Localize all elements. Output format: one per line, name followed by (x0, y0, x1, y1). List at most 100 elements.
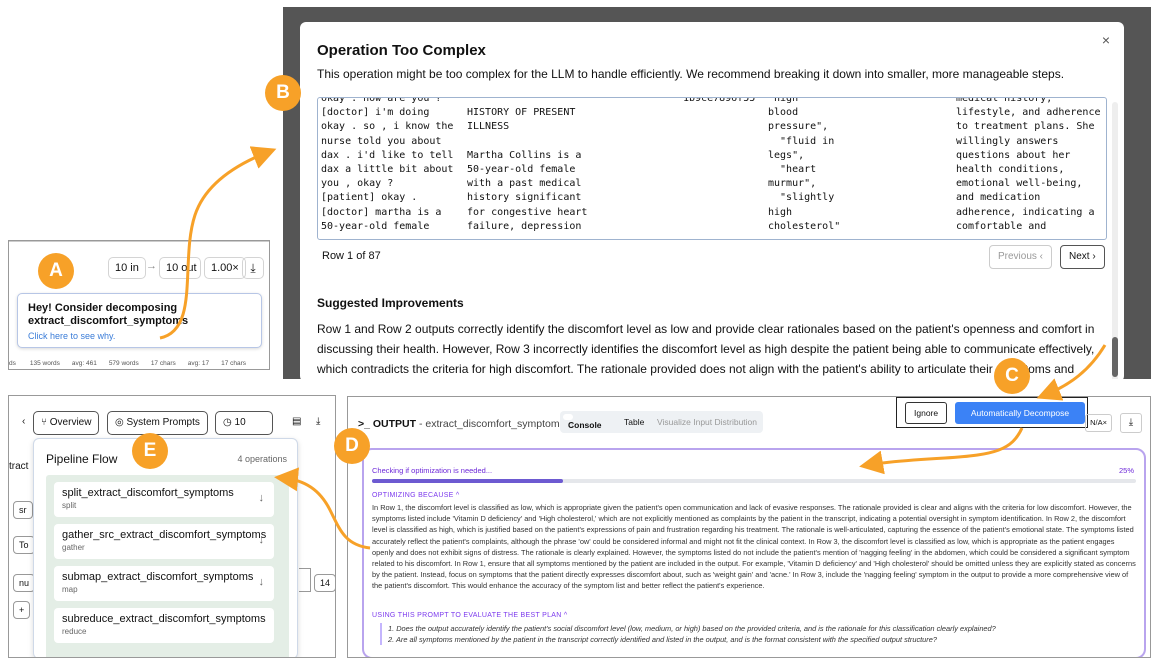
operation-item[interactable]: gather_src_extract_discomfort_symptoms g… (54, 524, 274, 559)
prompt-icon: ◎ (115, 417, 127, 428)
operation-too-complex-modal: Operation Too Complex This operation mig… (300, 22, 1124, 379)
auto-decompose-button[interactable]: Automatically Decompose (955, 402, 1085, 424)
operation-type: map (62, 585, 78, 594)
panel-d-output: >_ OUTPUT - extract_discomfort_symptoms … (347, 396, 1151, 658)
output-title: >_ OUTPUT - extract_discomfort_symptoms (358, 418, 565, 430)
grid-column: HISTORY OF PRESENT ILLNESS Martha Collin… (467, 107, 588, 232)
side-box[interactable]: nu (13, 574, 36, 592)
tab-console[interactable]: Console ◌ (563, 414, 602, 430)
operations-count: 4 operations (237, 454, 287, 464)
row-indicator: Row 1 of 87 (322, 250, 381, 262)
operation-item[interactable]: subreduce_extract_discomfort_symptoms re… (54, 608, 274, 643)
optimization-status: Checking if optimization is needed... (372, 466, 493, 475)
terminal-icon: >_ (358, 418, 373, 430)
marker-d: D (334, 428, 370, 464)
progress-bar (372, 479, 1136, 483)
stat: 135 words (29, 360, 60, 367)
operations-list: split_extract_discomfort_symptoms split … (46, 475, 289, 657)
marker-c: C (994, 358, 1030, 394)
system-prompts-label: System Prompts (126, 417, 200, 428)
marker-e: E (132, 433, 168, 469)
file-icon[interactable]: ▤ (285, 411, 309, 435)
suggested-improvements-text: Row 1 and Row 2 outputs correctly identi… (317, 322, 1095, 376)
evaluation-questions: 1. Does the output accurately identify t… (380, 623, 1120, 645)
input-count-box[interactable]: 10 in (108, 257, 146, 279)
top-divider (9, 241, 269, 242)
chevron-left-icon[interactable]: ‹ (15, 411, 33, 435)
grid-column: 1b9ce7896f55 (683, 97, 756, 104)
stat: 579 words (108, 360, 139, 367)
decompose-tooltip[interactable]: Hey! Consider decomposing extract_discom… (17, 293, 262, 348)
operation-type: split (62, 501, 77, 510)
optimization-reason: In Row 1, the discomfort level is classi… (372, 503, 1136, 591)
tab-visualize[interactable]: Visualize Input Distribution (657, 417, 757, 427)
modal-description: This operation might be too complex for … (317, 67, 1065, 81)
operation-type: reduce (62, 627, 87, 636)
history-button[interactable]: ◷ 10 (215, 411, 273, 435)
download-icon[interactable]: ⤓ (1120, 413, 1142, 433)
zoom-box[interactable]: 1.00× (204, 257, 246, 279)
pipeline-flow-title: Pipeline Flow (46, 452, 118, 466)
modal-title: Operation Too Complex (317, 42, 486, 59)
side-box[interactable]: 14 (314, 574, 335, 592)
arrow-right-icon: → (146, 260, 157, 272)
scrollbar[interactable] (1112, 102, 1118, 379)
output-tabs: Console ◌ Table Visualize Input Distribu… (560, 411, 763, 433)
output-label: OUTPUT (372, 418, 417, 430)
operation-name: submap_extract_discomfort_symptoms (62, 571, 254, 583)
download-icon[interactable]: ⤓ (309, 411, 328, 435)
sample-data-grid: okay . how are you ? [doctor] i'm doing … (317, 97, 1107, 240)
stat: 17 chars (221, 360, 247, 367)
marker-a: A (38, 253, 74, 289)
previous-button[interactable]: Previous ‹ (989, 245, 1053, 269)
download-icon[interactable]: ⤓ (242, 257, 264, 279)
question-item: 1. Does the output accurately identify t… (388, 624, 996, 633)
tooltip-title: Hey! Consider decomposing extract_discom… (28, 302, 189, 327)
side-box[interactable]: sr (13, 501, 33, 519)
optimizing-because-header[interactable]: OPTIMIZING BECAUSE ^ (372, 492, 459, 499)
next-button[interactable]: Next › (1060, 245, 1105, 269)
overview-label: Overview (49, 417, 92, 428)
side-box[interactable]: To (13, 536, 35, 554)
output-count-box[interactable]: 10 out (159, 257, 201, 279)
scrollbar-thumb[interactable] (1112, 337, 1118, 377)
decompose-actions: Ignore Automatically Decompose (896, 397, 1088, 428)
grid-column: okay . how are you ? [doctor] i'm doing … (321, 97, 454, 232)
history-count: 10 (234, 417, 246, 428)
grid-column: medical history, lifestyle, and adherenc… (956, 97, 1101, 232)
optimization-card: Checking if optimization is needed... 25… (362, 448, 1146, 657)
arrow-down-icon: ↓ (258, 492, 265, 504)
suggested-improvements-title: Suggested Improvements (317, 296, 464, 310)
stat: ds (9, 360, 16, 367)
side-label: tract (9, 461, 29, 472)
operation-item[interactable]: split_extract_discomfort_symptoms split … (54, 482, 274, 517)
operation-name: gather_src_extract_discomfort_symptoms (62, 529, 267, 541)
ignore-button[interactable]: Ignore (905, 402, 948, 424)
stat: avg: 461 (71, 360, 97, 367)
panel-b-modal-backdrop: Operation Too Complex This operation mig… (283, 7, 1151, 379)
side-field[interactable] (299, 568, 311, 592)
operation-type: gather (62, 543, 85, 552)
arrow-down-icon: ↓ (258, 576, 265, 588)
clock-icon: ◷ (223, 417, 235, 428)
question-item: 2. Are all symptoms mentioned by the pat… (388, 635, 937, 644)
stat: avg: 17 (187, 360, 210, 367)
system-prompts-button[interactable]: ◎ System Prompts (107, 411, 208, 435)
column-stats: ds 135 words avg: 461 579 words 17 chars avg:… (9, 360, 258, 367)
arrow-down-icon: ↓ (258, 534, 265, 546)
pipeline-flow-card: Pipeline Flow 4 operations split_extract… (33, 438, 298, 657)
progress-percent: 25% (1118, 466, 1134, 475)
panel-e-pipeline: ‹ ⑂ Overview ◎ System Prompts ◷ 10 ▤ ⤓ t… (8, 395, 336, 658)
grid-column: "high blood pressure", "fluid in legs", … (768, 97, 841, 232)
close-icon[interactable]: × (1102, 32, 1110, 48)
branch-icon: ⑂ (41, 417, 50, 428)
evaluation-prompt-header[interactable]: USING THIS PROMPT TO EVALUATE THE BEST P… (372, 612, 567, 619)
progress-fill (372, 479, 563, 483)
tooltip-link[interactable]: Click here to see why. (28, 331, 251, 341)
na-toggle[interactable]: N/A× (1085, 414, 1112, 432)
overview-button[interactable]: ⑂ Overview (33, 411, 100, 435)
tab-table[interactable]: Table (624, 417, 644, 427)
add-button[interactable]: + (13, 601, 31, 619)
output-operation-name: - extract_discomfort_symptoms (416, 418, 565, 430)
operation-item[interactable]: submap_extract_discomfort_symptoms map ↓ (54, 566, 274, 601)
